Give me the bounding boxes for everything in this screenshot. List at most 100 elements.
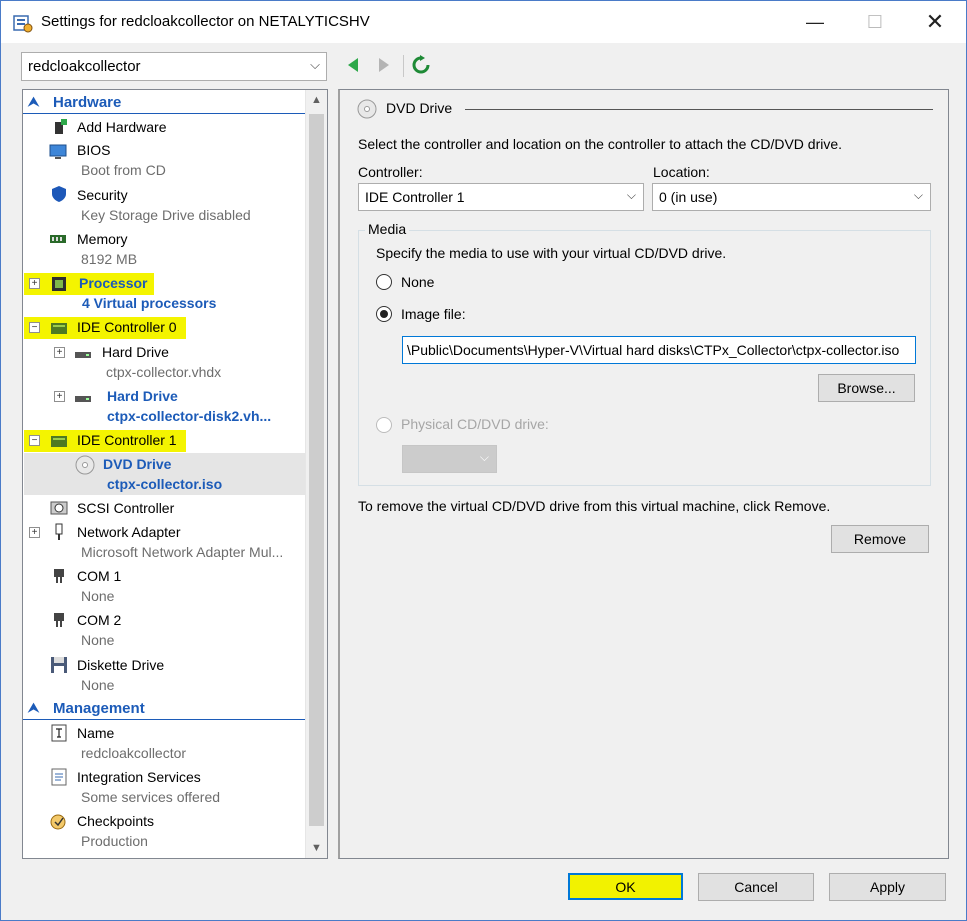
- tree-item-com-1[interactable]: COM 1 None: [23, 566, 305, 608]
- tree-item-sub: ctpx-collector.iso: [107, 476, 223, 492]
- media-description: Specify the media to use with your virtu…: [376, 245, 727, 261]
- tree-item-label: Network Adapter: [77, 524, 181, 540]
- tree-item-sub: redcloakcollector: [81, 745, 187, 761]
- media-title: Media: [365, 221, 410, 237]
- network-adapter-icon: [55, 523, 63, 540]
- forward-arrow-icon[interactable]: [373, 55, 393, 75]
- hardware-section-label: Hardware: [53, 94, 122, 111]
- close-button[interactable]: ✕: [912, 1, 958, 43]
- window-title: Settings for redcloakcollector on NETALY…: [41, 13, 370, 30]
- tree-item-hard-drive-2[interactable]: + Hard Drive ctpx-collector-disk2.vh...: [23, 386, 305, 428]
- back-arrow-icon[interactable]: [344, 55, 364, 75]
- tree-item-label: COM 1: [77, 568, 122, 584]
- tree-item-integration-services[interactable]: Integration Services Some services offer…: [23, 767, 305, 809]
- location-label: Location:: [653, 164, 710, 180]
- management-section-header[interactable]: ⮝ Management: [23, 698, 305, 720]
- tree-item-label: Memory: [77, 231, 128, 247]
- tree-item-memory[interactable]: Memory 8192 MB: [23, 229, 305, 271]
- collapse-up-icon: ⮝: [28, 94, 40, 109]
- tree-item-sub: None: [81, 677, 115, 693]
- location-value: 0 (in use): [659, 189, 718, 205]
- processor-icon: [52, 277, 66, 291]
- tree-item-ide-controller-0[interactable]: − IDE Controller 0: [23, 317, 305, 339]
- tree-item-label: Hard Drive: [102, 344, 169, 360]
- tree-item-label: SCSI Controller: [77, 500, 175, 516]
- tree-item-sub: Boot from CD: [81, 162, 166, 178]
- settings-window: Settings for redcloakcollector on NETALY…: [0, 0, 967, 921]
- controller-icon: [51, 436, 67, 447]
- collapse-icon[interactable]: −: [29, 322, 40, 333]
- image-file-radio-label[interactable]: Image file:: [401, 306, 466, 322]
- hardware-section-header[interactable]: ⮝ Hardware: [23, 92, 305, 114]
- bios-icon: [49, 144, 67, 159]
- tree-item-hard-drive[interactable]: + Hard Drive ctpx-collector.vhdx: [23, 342, 305, 384]
- floppy-disk-icon: [51, 657, 67, 673]
- toolbar-separator: [403, 55, 404, 77]
- tree-item-label: IDE Controller 0: [77, 319, 177, 335]
- tree-item-sub: Some services offered: [81, 789, 221, 805]
- controller-value: IDE Controller 1: [365, 189, 465, 205]
- chevron-down-icon: ⌵: [913, 188, 923, 202]
- chevron-down-icon: ⌵: [310, 57, 320, 72]
- tree-item-ide-controller-1[interactable]: − IDE Controller 1: [23, 430, 305, 452]
- tree-item-network-adapter[interactable]: + Network Adapter Microsoft Network Adap…: [23, 522, 305, 564]
- chevron-down-icon: ⌵: [626, 188, 636, 202]
- add-hardware-icon: [55, 119, 67, 134]
- minimize-button[interactable]: —: [792, 1, 838, 43]
- cancel-button[interactable]: Cancel: [698, 873, 814, 901]
- hard-drive-icon: [75, 396, 91, 402]
- chevron-down-icon: ⌵: [479, 450, 489, 464]
- collapse-icon[interactable]: −: [29, 435, 40, 446]
- expand-icon[interactable]: +: [29, 527, 40, 538]
- maximize-button[interactable]: ☐: [852, 1, 898, 43]
- tree-item-security[interactable]: Security Key Storage Drive disabled: [23, 185, 305, 227]
- tree-item-dvd-drive[interactable]: DVD Drive ctpx-collector.iso: [23, 454, 305, 496]
- vm-selector-dropdown[interactable]: redcloakcollector ⌵: [21, 52, 327, 81]
- location-dropdown[interactable]: 0 (in use) ⌵: [652, 183, 931, 211]
- apply-button[interactable]: Apply: [829, 873, 946, 901]
- integration-services-icon: [51, 768, 67, 786]
- tree-item-com-2[interactable]: COM 2 None: [23, 610, 305, 652]
- tree-item-bios[interactable]: BIOS Boot from CD: [23, 140, 305, 182]
- image-file-radio[interactable]: [376, 306, 392, 322]
- tree-item-label: COM 2: [77, 612, 122, 628]
- tree-item-name[interactable]: Name redcloakcollector: [23, 723, 305, 765]
- none-radio[interactable]: [376, 274, 392, 290]
- dvd-disc-icon: [357, 99, 377, 119]
- refresh-icon[interactable]: [411, 55, 431, 75]
- tree-item-checkpoints[interactable]: Checkpoints Production: [23, 811, 305, 853]
- tree-item-sub: ctpx-collector-disk2.vh...: [107, 408, 272, 424]
- panel-heading: DVD Drive: [386, 100, 453, 116]
- ok-button[interactable]: OK: [568, 873, 683, 900]
- tree-item-processor[interactable]: + Processor 4 Virtual processors: [23, 273, 305, 315]
- expand-icon[interactable]: +: [54, 347, 65, 358]
- expand-icon[interactable]: +: [29, 278, 40, 289]
- none-radio-label[interactable]: None: [401, 274, 434, 290]
- scroll-down-icon[interactable]: ▼: [306, 842, 327, 854]
- memory-icon: [50, 235, 66, 243]
- collapse-up-icon: ⮝: [28, 700, 40, 715]
- scroll-up-icon[interactable]: ▲: [306, 94, 327, 106]
- tree-item-diskette-drive[interactable]: Diskette Drive None: [23, 655, 305, 697]
- physical-drive-dropdown[interactable]: ⌵: [402, 445, 497, 473]
- settings-app-icon: [13, 15, 33, 33]
- tree-item-add-hardware[interactable]: Add Hardware: [23, 117, 305, 139]
- physical-drive-radio[interactable]: [376, 417, 392, 433]
- tree-item-label: Diskette Drive: [77, 657, 165, 673]
- scrollbar-thumb[interactable]: [309, 114, 324, 826]
- controller-label: Controller:: [358, 164, 423, 180]
- image-path-input[interactable]: \Public\Documents\Hyper-V\Virtual hard d…: [402, 336, 916, 364]
- tree-item-scsi-controller[interactable]: SCSI Controller: [23, 498, 305, 520]
- controller-dropdown[interactable]: IDE Controller 1 ⌵: [358, 183, 644, 211]
- dvd-drive-settings-panel: DVD Drive Select the controller and loca…: [338, 89, 949, 859]
- tree-item-label: Integration Services: [77, 769, 201, 785]
- remove-button[interactable]: Remove: [831, 525, 929, 553]
- tree-item-label: Processor: [79, 275, 148, 291]
- checkpoint-icon: [50, 814, 66, 830]
- tree-item-sub: None: [81, 632, 115, 648]
- browse-button[interactable]: Browse...: [818, 374, 915, 402]
- tree-scrollbar[interactable]: ▲ ▼: [305, 90, 327, 858]
- expand-icon[interactable]: +: [54, 391, 65, 402]
- name-tag-icon: [51, 724, 67, 742]
- tree-item-label: Name: [77, 725, 115, 741]
